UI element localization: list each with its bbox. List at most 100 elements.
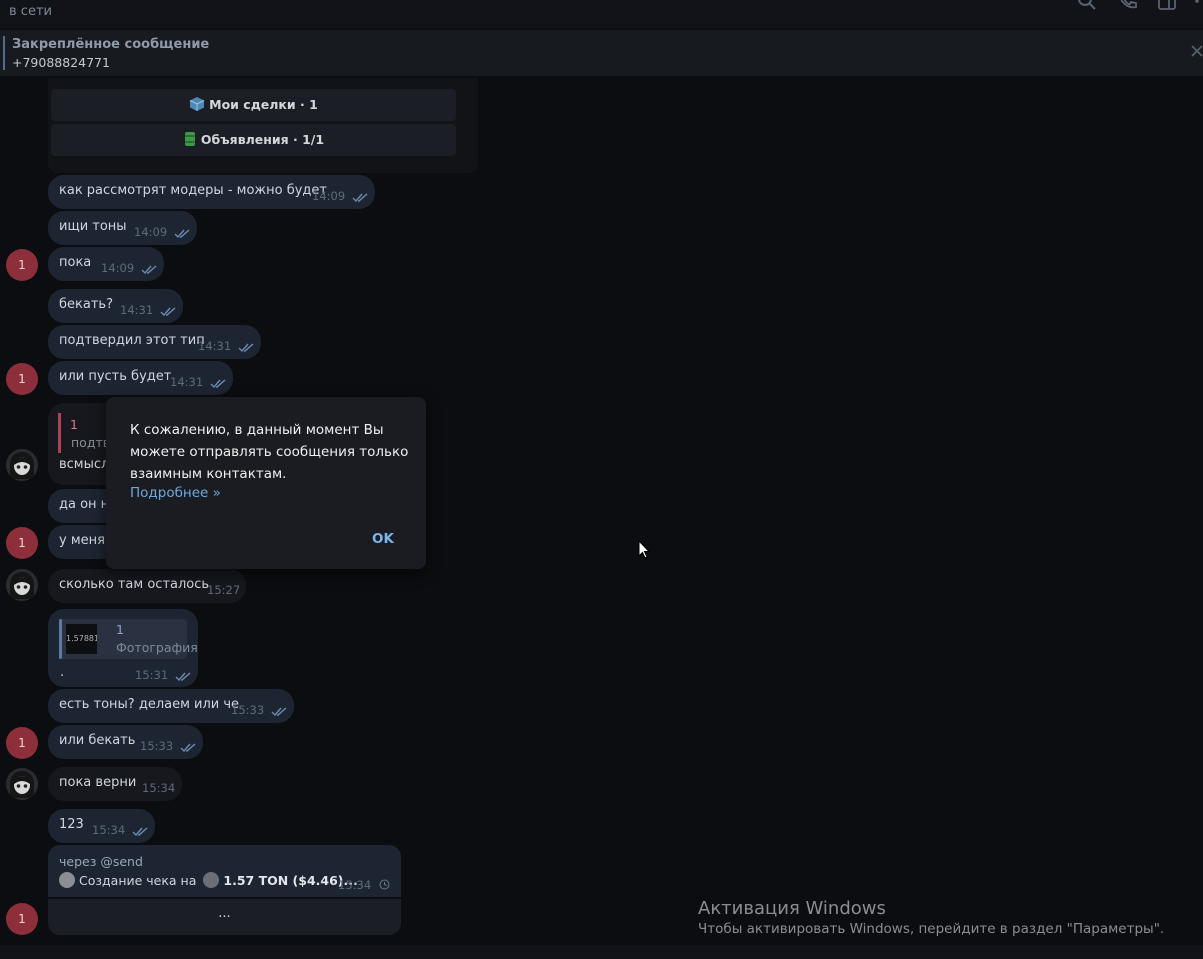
my-deals-button[interactable]: Мои сделки · 1 — [51, 89, 456, 121]
message-bubble[interactable]: есть тоны? делаем или че 15:33 — [48, 689, 294, 723]
inline-action-button[interactable]: ... — [48, 899, 401, 935]
message-bubble[interactable]: да он не — [48, 489, 117, 523]
message-input-area[interactable] — [0, 945, 1203, 959]
activation-title: Активация Windows — [698, 898, 886, 919]
message-time: 14:09 — [312, 189, 346, 203]
avatar[interactable]: 1 — [6, 249, 38, 281]
dialog-text: К сожалению, в данный момент Вы можете о… — [130, 422, 409, 482]
avatar[interactable]: 1 — [6, 727, 38, 759]
double-check-icon — [271, 707, 287, 717]
message-bubble[interactable]: или бекать 15:33 — [48, 725, 203, 759]
quote-author: 1 — [116, 622, 124, 637]
phone-icon[interactable] — [1118, 0, 1138, 11]
reply-accent-bar — [58, 413, 61, 453]
photo-reply-message[interactable]: 1.578812 1 Фотография . 15:31 — [48, 609, 198, 687]
double-check-icon — [210, 379, 226, 389]
reply-author: 1 — [70, 417, 78, 432]
message-text: как рассмотрят модеры - можно будет — [59, 183, 327, 198]
activation-subtitle: Чтобы активировать Windows, перейдите в … — [698, 921, 1165, 937]
anime-avatar-icon — [6, 449, 38, 481]
double-check-icon — [174, 229, 190, 239]
message-text: подтвердил этот тип — [59, 333, 205, 348]
message-bubble[interactable]: пока верни 15:34 — [48, 767, 182, 801]
pinned-accent-bar — [3, 36, 5, 70]
search-icon[interactable] — [1077, 0, 1097, 11]
message-time: 15:33 — [140, 739, 174, 753]
double-check-icon — [238, 343, 254, 353]
pinned-message-bar[interactable]: Закреплённое сообщение +79088824771 — [0, 30, 1203, 76]
message-bubble[interactable]: 123 15:34 — [48, 809, 155, 843]
sidebar-toggle-icon[interactable] — [1157, 0, 1177, 11]
message-time: 15:34 — [92, 823, 126, 837]
message-time: 14:31 — [198, 339, 232, 353]
anime-avatar-icon — [6, 768, 38, 800]
anime-avatar-icon — [6, 569, 38, 601]
message-time: 15:34 — [338, 878, 372, 892]
pending-clock-icon — [379, 879, 390, 890]
windows-activation-watermark: Активация Windows Чтобы активировать Win… — [698, 898, 1164, 937]
message-time: 15:27 — [207, 583, 241, 597]
learn-more-link[interactable]: Подробнее » — [130, 485, 221, 501]
check-creation-line: Создание чека на 1.57 TON ($4.46)... — [59, 872, 358, 888]
message-bubble[interactable]: у меня л — [48, 525, 117, 559]
message-time: 15:33 — [231, 703, 265, 717]
reply-quote: подтв — [71, 435, 111, 450]
my-deals-label: Мои сделки · 1 — [209, 97, 318, 112]
message-text: есть тоны? делаем или че — [59, 697, 240, 712]
reply-message-bubble[interactable]: 1 подтв всмысл — [48, 403, 110, 485]
via-bot-label: через @send — [59, 854, 143, 869]
message-text: или бекать — [59, 733, 136, 748]
message-time: 15:31 — [135, 668, 169, 682]
clock-emoji-icon — [59, 872, 75, 888]
restriction-dialog: К сожалению, в данный момент Вы можете о… — [106, 397, 426, 569]
quote-type: Фотография — [116, 640, 198, 655]
ok-button[interactable]: OK — [372, 531, 394, 547]
close-icon[interactable] — [1190, 44, 1203, 58]
message-text: 123 — [59, 817, 84, 832]
photo-thumbnail: 1.578812 — [66, 624, 97, 654]
message-bubble[interactable]: бекать? 14:31 — [48, 289, 183, 323]
check-prefix: Создание чека на — [79, 873, 197, 888]
ads-label: Объявления · 1/1 — [200, 132, 325, 147]
avatar[interactable]: 1 — [6, 903, 38, 935]
avatar[interactable] — [6, 449, 38, 481]
message-time: 14:09 — [134, 225, 168, 239]
avatar[interactable] — [6, 569, 38, 601]
message-bubble[interactable]: или пусть будет 14:31 — [48, 361, 233, 395]
more-icon[interactable] — [1190, 0, 1203, 11]
message-bubble[interactable]: сколько там осталось 15:27 — [48, 569, 246, 603]
message-text: . — [60, 665, 65, 680]
quoted-photo[interactable]: 1.578812 1 Фотография — [59, 619, 198, 659]
message-time: 14:31 — [170, 375, 204, 389]
avatar[interactable]: 1 — [6, 527, 38, 559]
avatar[interactable] — [6, 768, 38, 800]
online-status: в сети — [9, 4, 52, 19]
ads-button[interactable]: Объявления · 1/1 — [51, 124, 456, 156]
avatar[interactable]: 1 — [6, 363, 38, 395]
message-text: или пусть будет — [59, 369, 172, 384]
double-check-icon — [141, 265, 157, 275]
message-bubble[interactable]: как рассмотрят модеры - можно будет 14:0… — [48, 175, 375, 209]
message-text: сколько там осталось — [59, 577, 210, 592]
message-time: 14:31 — [120, 303, 154, 317]
pinned-title: Закреплённое сообщение — [12, 37, 210, 52]
message-bubble[interactable]: ищи тоны 14:09 — [48, 211, 197, 245]
message-bubble[interactable]: подтвердил этот тип 14:31 — [48, 325, 261, 359]
message-text: бекать? — [59, 297, 113, 312]
double-check-icon — [352, 193, 368, 203]
ton-coin-icon — [203, 872, 220, 888]
quote-accent-bar — [59, 619, 62, 659]
chat-header: в сети — [0, 0, 1203, 28]
package-icon — [189, 97, 205, 111]
message-bubble[interactable]: пока 14:09 — [48, 247, 164, 281]
double-check-icon — [160, 307, 176, 317]
send-bot-message[interactable]: через @send Создание чека на 1.57 TON ($… — [48, 845, 401, 897]
message-text: ищи тоны — [59, 219, 127, 234]
message-text: всмысл — [59, 457, 110, 472]
message-time: 14:09 — [101, 261, 135, 275]
double-check-icon — [180, 743, 196, 753]
double-check-icon — [132, 827, 148, 837]
mouse-cursor-icon — [638, 540, 650, 559]
message-text: пока верни — [59, 775, 137, 790]
pinned-text: +79088824771 — [12, 55, 110, 70]
